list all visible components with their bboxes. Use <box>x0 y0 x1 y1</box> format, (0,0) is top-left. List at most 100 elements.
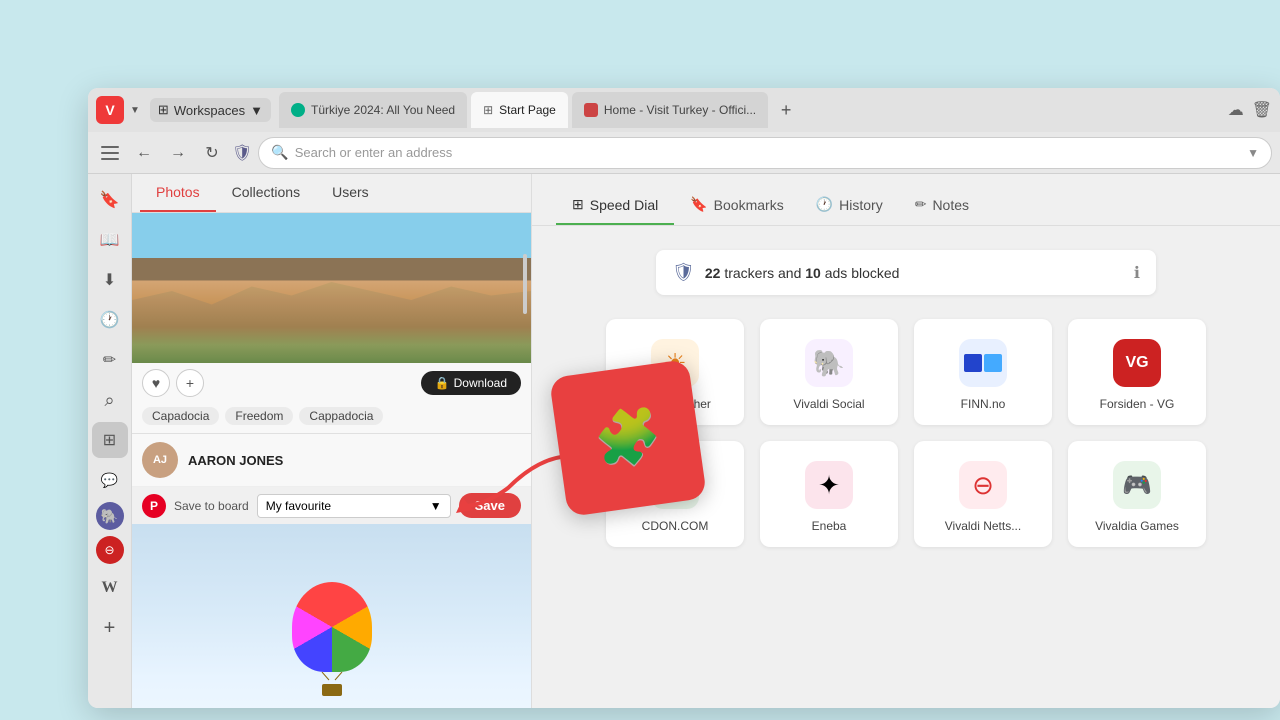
tracker-banner: 🛡 22 trackers and 10 ads blocked ℹ <box>656 250 1156 295</box>
balloon-image <box>132 524 531 708</box>
tag-freedom[interactable]: Freedom <box>225 407 293 425</box>
panel-tab-photos[interactable]: Photos <box>140 174 216 212</box>
vivaldi-logo[interactable]: V <box>96 96 124 124</box>
workspaces-button[interactable]: ⊞ Workspaces ▼ <box>150 98 271 122</box>
search-dropdown-icon[interactable]: ▼ <box>1247 146 1259 160</box>
tracker-text: 22 trackers and 10 ads blocked <box>705 265 900 281</box>
puzzle-icon: 🧩 <box>590 402 665 474</box>
sidebar-item-wikipedia[interactable]: W <box>92 570 128 606</box>
tab-notes[interactable]: ✏ Notes <box>899 186 985 225</box>
balloon-ropes <box>317 672 347 682</box>
tracker-count: 22 <box>705 265 721 281</box>
photo1-actions: ♥ + 🔒 Download <box>132 363 531 403</box>
sd-item-forsiden[interactable]: VG Forsiden - VG <box>1068 319 1206 425</box>
sidebar-item-search-panel[interactable]: ⌕ <box>92 382 128 418</box>
tracker-info-icon[interactable]: ℹ <box>1134 263 1140 283</box>
vivaldi-social-icon: 🐘 <box>805 339 853 387</box>
sidebar-item-pocket[interactable]: ⊖ <box>96 536 124 564</box>
user-name: AARON JONES <box>188 453 283 468</box>
tab-tripadvisor[interactable]: Türkiye 2024: All You Need <box>279 92 467 128</box>
forsiden-label: Forsiden - VG <box>1100 397 1175 411</box>
panel-content[interactable]: ♥ + 🔒 Download Capadocia Freedom Cappado… <box>132 213 531 708</box>
sidebar-item-history-panel[interactable]: 📖 <box>92 222 128 258</box>
photo1-download-label: Download <box>454 376 507 390</box>
board-select[interactable]: My favourite ▼ <box>257 494 451 518</box>
panel-tab-collections[interactable]: Collections <box>216 174 316 212</box>
user-avatar: AJ <box>142 442 178 478</box>
tab-startpage-icon: ⊞ <box>483 103 493 117</box>
sd-item-vivaldi-social[interactable]: 🐘 Vivaldi Social <box>760 319 898 425</box>
history-label: History <box>839 197 883 213</box>
search-icon: 🔍 <box>271 144 288 161</box>
workspaces-arrow: ▼ <box>250 103 263 118</box>
trash-icon[interactable]: 🗑 <box>1252 100 1272 120</box>
tracker-shield-icon: 🛡 <box>672 262 695 283</box>
sidebar-item-clock[interactable]: 🕐 <box>92 302 128 338</box>
sidebar-item-add[interactable]: + <box>92 610 128 646</box>
tab-speed-dial[interactable]: ⊞ Speed Dial <box>556 186 674 225</box>
speed-dial-icon: ⊞ <box>572 196 584 213</box>
eneba-label: Eneba <box>812 519 847 533</box>
photo1-plus-button[interactable]: + <box>176 369 204 397</box>
balloon-top <box>292 582 372 672</box>
pinterest-icon: P <box>142 494 166 518</box>
photo1-lock-icon: 🔒 <box>435 376 450 390</box>
tab-bar-right: ☁ 🗑 <box>1228 100 1272 120</box>
photo1-heart-button[interactable]: ♥ <box>142 369 170 397</box>
save-board-button[interactable]: Save <box>459 493 521 518</box>
finn-label: FINN.no <box>961 397 1006 411</box>
panel-area: Photos Collections Users ♥ + 🔒 <box>132 174 532 708</box>
vivaldia-icon: 🎮 <box>1113 461 1161 509</box>
save-board: P Save to board My favourite ▼ Save <box>132 487 531 524</box>
forward-button[interactable]: → <box>164 139 192 167</box>
tracker-text4: ads blocked <box>825 265 900 281</box>
workspaces-icon: ⊞ <box>158 102 169 118</box>
tab-visitturkey[interactable]: Home - Visit Turkey - Offici... <box>572 92 768 128</box>
sd-item-vivaldi-netts[interactable]: ⊖ Vivaldi Netts... <box>914 441 1052 547</box>
sd-item-vivaldia[interactable]: 🎮 Vivaldia Games <box>1068 441 1206 547</box>
user-initials: AJ <box>153 454 167 466</box>
tag-cappadocia[interactable]: Cappadocia <box>299 407 383 425</box>
panel-scrollbar[interactable] <box>523 234 529 708</box>
ads-count: 10 <box>805 265 821 281</box>
tab-tripadvisor-label: Türkiye 2024: All You Need <box>311 103 455 117</box>
shield-icon: 🛡 <box>232 143 252 163</box>
address-search-bar[interactable]: 🔍 Search or enter an address ▼ <box>258 137 1272 169</box>
new-tab-button[interactable]: + <box>772 96 800 124</box>
tag-capadocia[interactable]: Capadocia <box>142 407 219 425</box>
notes-icon: ✏ <box>915 196 927 213</box>
sd-item-eneba[interactable]: ✦ Eneba <box>760 441 898 547</box>
vivaldia-label: Vivaldia Games <box>1095 519 1179 533</box>
panel-scroll-thumb <box>523 254 527 314</box>
tab-bookmarks[interactable]: 🔖 Bookmarks <box>674 186 799 225</box>
logo-dropdown[interactable]: ▼ <box>130 105 140 116</box>
sidebar-item-download[interactable]: ⬇ <box>92 262 128 298</box>
vivaldi-social-label: Vivaldi Social <box>793 397 864 411</box>
sidebar-item-chat[interactable]: 💬 <box>92 462 128 498</box>
reload-button[interactable]: ↻ <box>198 139 226 167</box>
sidebar-item-layout[interactable]: ⊞ <box>92 422 128 458</box>
sidebar-item-edit[interactable]: ✏ <box>92 342 128 378</box>
sidebar-toggle-button[interactable] <box>96 139 124 167</box>
tab-startpage[interactable]: ⊞ Start Page <box>471 92 568 128</box>
sidebar-item-bookmark[interactable]: 🔖 <box>92 182 128 218</box>
left-sidebar: 🔖 📖 ⬇ 🕐 ✏ ⌕ ⊞ 💬 🐘 ⊖ W + <box>88 174 132 708</box>
content-area: 🔖 📖 ⬇ 🕐 ✏ ⌕ ⊞ 💬 🐘 ⊖ W + Photos Collectio… <box>88 174 1280 708</box>
user-row: AJ AARON JONES <box>132 434 531 487</box>
panel-tab-users[interactable]: Users <box>316 174 385 212</box>
forsiden-icon: VG <box>1113 339 1161 387</box>
tab-history[interactable]: 🕐 History <box>800 186 899 225</box>
back-button[interactable]: ← <box>130 139 158 167</box>
speed-dial-tabs: ⊞ Speed Dial 🔖 Bookmarks 🕐 History ✏ Not… <box>532 174 1280 226</box>
sd-item-finn[interactable]: FINN.no <box>914 319 1052 425</box>
bookmarks-icon: 🔖 <box>690 196 707 213</box>
photo-card-2: ♥ + Download ▼ Usa Id Boise <box>132 524 531 708</box>
history-icon: 🕐 <box>816 196 833 213</box>
photo1-download-button[interactable]: 🔒 Download <box>421 371 521 395</box>
panel-tabs: Photos Collections Users <box>132 174 531 213</box>
sidebar-item-mastodon[interactable]: 🐘 <box>96 502 124 530</box>
cloud-icon[interactable]: ☁ <box>1228 100 1244 120</box>
board-select-arrow: ▼ <box>430 499 442 513</box>
browser-window: V ▼ ⊞ Workspaces ▼ Türkiye 2024: All You… <box>88 88 1280 708</box>
photo-card-1: ♥ + 🔒 Download Capadocia Freedom Cappado… <box>132 213 531 434</box>
